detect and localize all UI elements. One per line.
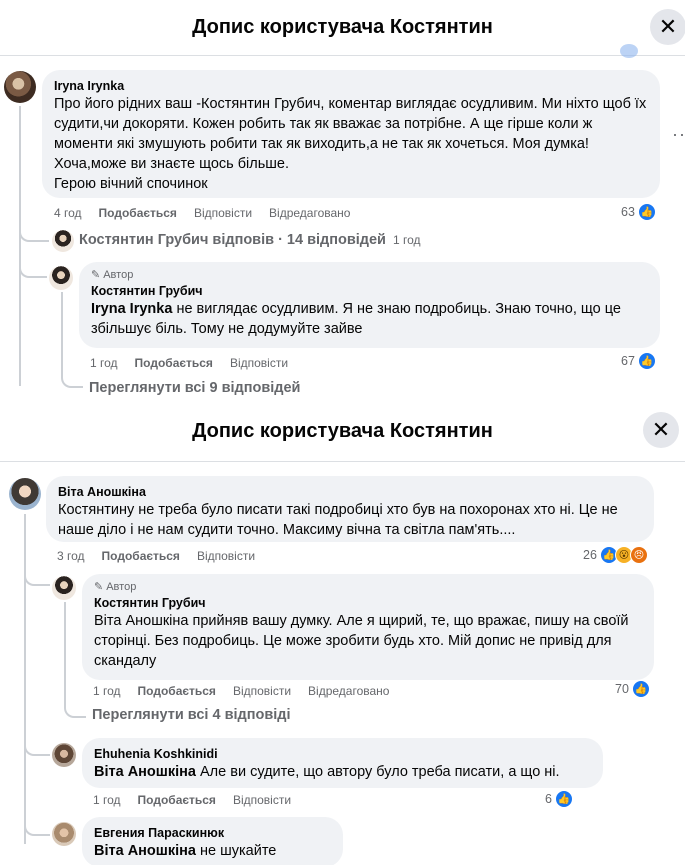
author-badge-label: Автор bbox=[103, 269, 134, 281]
thread-connector bbox=[24, 734, 50, 756]
thread-connector bbox=[61, 364, 83, 388]
close-button[interactable]: ✕ bbox=[650, 9, 685, 45]
comment-author[interactable]: Евгения Параскинюк bbox=[94, 825, 331, 841]
thread-connector bbox=[19, 226, 49, 242]
comment-time[interactable]: 4 год bbox=[54, 206, 82, 220]
reply-button[interactable]: Відповісти bbox=[233, 793, 291, 807]
comment-text: Костянтину не треба було писати такі под… bbox=[58, 502, 618, 538]
thread-line bbox=[61, 292, 63, 372]
comment-actions: 4 год Подобається Відповісти Відредагова… bbox=[54, 206, 350, 220]
reply-author[interactable]: Костянтин Грубич bbox=[94, 595, 642, 611]
reply-bubble: ✎ Автор Костянтин Грубич Iryna Irynka не… bbox=[79, 262, 660, 348]
reaction-count[interactable]: 6 👍 bbox=[545, 790, 573, 808]
comment-actions: 3 год Подобається Відповісти bbox=[57, 549, 255, 563]
reply-time[interactable]: 1 год bbox=[90, 356, 118, 370]
comment-bubble: Iryna Irynka Про його рідних ваш -Костян… bbox=[42, 70, 660, 198]
reply-button[interactable]: Відповісти bbox=[197, 549, 255, 563]
thread-line bbox=[64, 602, 66, 702]
comment-time[interactable]: 1 год bbox=[93, 793, 121, 807]
reaction-count[interactable]: 70 👍 bbox=[615, 680, 650, 698]
reply-time[interactable]: 1 год bbox=[93, 684, 121, 698]
close-icon: ✕ bbox=[651, 417, 671, 442]
comment-text: Про його рідних ваш -Костянтин Грубич, к… bbox=[54, 96, 647, 172]
post-title: Допис користувача Костянтин bbox=[192, 420, 493, 442]
close-button[interactable]: ✕ bbox=[643, 412, 679, 448]
avatar[interactable] bbox=[49, 266, 73, 290]
replies-summary[interactable]: Костянтин Грубич відповів · 14 відповіде… bbox=[79, 232, 421, 248]
post-title: Допис користувача Костянтин bbox=[192, 16, 493, 38]
thread-connector bbox=[24, 564, 50, 586]
avatar[interactable] bbox=[52, 743, 76, 767]
like-icon: 👍 bbox=[637, 203, 656, 221]
avatar[interactable] bbox=[52, 822, 76, 846]
comment-bubble: Евгения Параскинюк Віта Аношкіна не шука… bbox=[82, 817, 343, 865]
like-button[interactable]: Подобається bbox=[102, 549, 180, 563]
like-button[interactable]: Подобається bbox=[99, 206, 177, 220]
comment-author[interactable]: Ehuhenia Koshkinidi bbox=[94, 746, 591, 762]
reply-actions: 1 год Подобається Відповісти bbox=[90, 356, 288, 370]
comment-text: Але ви судите, що автору було треба писа… bbox=[195, 764, 560, 780]
like-icon: 👍 bbox=[631, 680, 650, 698]
replies-summary-count: · 14 відповідей bbox=[274, 232, 386, 248]
reaction-count[interactable]: 63 👍 bbox=[621, 203, 656, 221]
author-badge-label: Автор bbox=[106, 581, 137, 593]
post-header: Допис користувача Костянтин ✕ bbox=[0, 0, 685, 56]
author-badge: ✎ Автор bbox=[91, 268, 648, 282]
thread-connector bbox=[19, 256, 47, 278]
like-button[interactable]: Подобається bbox=[135, 356, 213, 370]
reaction-number: 6 bbox=[545, 792, 552, 806]
replies-summary-time: 1 год bbox=[393, 233, 421, 247]
bottom-panel: Допис користувача Костянтин ✕ Віта Аношк… bbox=[0, 404, 685, 865]
like-button[interactable]: Подобається bbox=[138, 793, 216, 807]
reply-button[interactable]: Відповісти bbox=[194, 206, 252, 220]
thread-connector bbox=[24, 814, 50, 836]
faded-previous-content bbox=[620, 44, 638, 58]
post-header: Допис користувача Костянтин ✕ bbox=[0, 404, 685, 462]
reply-button[interactable]: Відповісти bbox=[230, 356, 288, 370]
avatar[interactable] bbox=[52, 576, 76, 600]
pen-icon: ✎ bbox=[94, 581, 104, 593]
reaction-count[interactable]: 26 👍 😮 😠 bbox=[583, 546, 648, 564]
mention-link[interactable]: Віта Аношкіна bbox=[94, 764, 196, 780]
comment-author[interactable]: Віта Аношкіна bbox=[58, 484, 642, 500]
comment-text-last: Герою вічний спочинок bbox=[54, 176, 208, 192]
like-icon: 👍 bbox=[554, 790, 573, 808]
mention-link[interactable]: Віта Аношкіна bbox=[94, 613, 188, 629]
thread-connector bbox=[64, 694, 86, 718]
view-all-replies-link[interactable]: Переглянути всі 9 відповідей bbox=[89, 380, 300, 396]
comment-actions: 1 год Подобається Відповісти bbox=[93, 793, 291, 807]
comment-time[interactable]: 3 год bbox=[57, 549, 85, 563]
reaction-number: 70 bbox=[615, 682, 629, 696]
edited-label: Відредаговано bbox=[308, 684, 390, 698]
comment-bubble: Віта Аношкіна Костянтину не треба було п… bbox=[46, 476, 654, 542]
mention-link[interactable]: Iryna Irynka bbox=[91, 301, 172, 317]
top-panel: Допис користувача Костянтин ✕ Iryna Iryn… bbox=[0, 0, 685, 400]
reply-actions: 1 год Подобається Відповісти Відредагова… bbox=[93, 684, 389, 698]
avatar[interactable] bbox=[9, 478, 41, 510]
reply-author[interactable]: Костянтин Грубич bbox=[91, 283, 648, 299]
reply-button[interactable]: Відповісти bbox=[233, 684, 291, 698]
thread-line bbox=[19, 106, 21, 386]
author-badge: ✎ Автор bbox=[94, 580, 642, 594]
reaction-number: 26 bbox=[583, 548, 597, 562]
replies-summary-name: Костянтин Грубич відповів bbox=[79, 232, 275, 248]
like-button[interactable]: Подобається bbox=[138, 684, 216, 698]
pen-icon: ✎ bbox=[91, 269, 101, 281]
close-icon: ✕ bbox=[658, 14, 678, 39]
avatar[interactable] bbox=[52, 230, 74, 252]
reaction-number: 63 bbox=[621, 205, 635, 219]
mention-link[interactable]: Віта Аношкіна bbox=[94, 843, 196, 859]
avatar[interactable] bbox=[4, 71, 36, 103]
comment-author[interactable]: Iryna Irynka bbox=[54, 78, 648, 94]
more-options-icon[interactable]: ··· bbox=[672, 124, 685, 145]
reaction-number: 67 bbox=[621, 354, 635, 368]
reply-bubble: ✎ Автор Костянтин Грубич Віта Аношкіна п… bbox=[82, 574, 654, 680]
reaction-count[interactable]: 67 👍 bbox=[621, 352, 656, 370]
angry-icon: 😠 bbox=[629, 546, 648, 564]
view-all-replies-link[interactable]: Переглянути всі 4 відповіді bbox=[92, 707, 291, 723]
edited-label: Відредаговано bbox=[269, 206, 351, 220]
like-icon: 👍 bbox=[637, 352, 656, 370]
comment-bubble: Ehuhenia Koshkinidi Віта Аношкіна Але ви… bbox=[82, 738, 603, 788]
